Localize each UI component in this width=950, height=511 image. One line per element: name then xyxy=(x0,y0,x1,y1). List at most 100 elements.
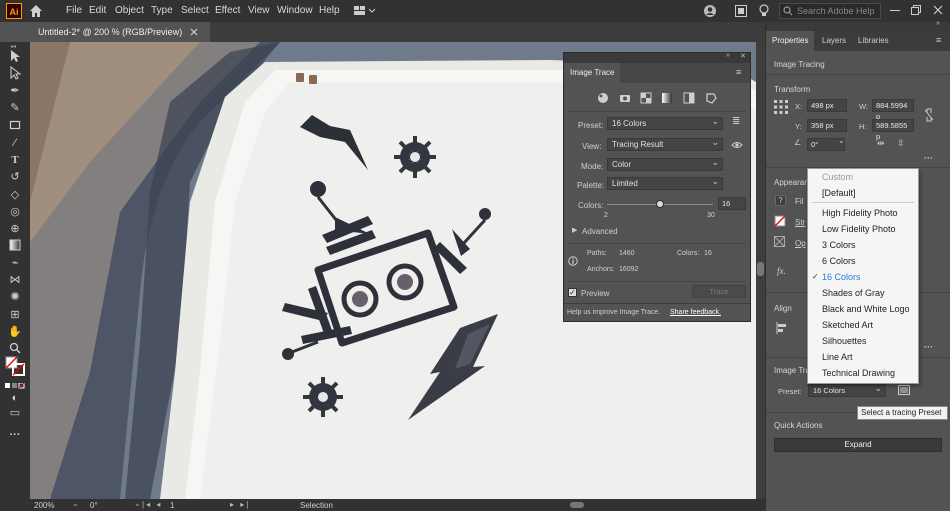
hand-tool-icon[interactable]: ✋ xyxy=(7,325,23,339)
tab-properties[interactable]: Properties xyxy=(766,31,815,51)
auto-color-icon[interactable] xyxy=(597,92,609,104)
opacity-icon[interactable] xyxy=(774,236,785,247)
preset-option-low-fidelity-photo[interactable]: Low Fidelity Photo xyxy=(808,221,918,237)
share-feedback-link[interactable]: Share feedback. xyxy=(670,309,721,316)
panel-menu-icon[interactable]: ≡ xyxy=(736,67,741,77)
close-button[interactable] xyxy=(933,5,943,15)
trace-options-icon[interactable] xyxy=(898,384,910,396)
search-input[interactable]: Search Adobe Help xyxy=(779,3,881,19)
colors-slider-thumb[interactable] xyxy=(656,200,664,208)
preset-option-black-and-white-logo[interactable]: Black and White Logo xyxy=(808,301,918,317)
user-icon[interactable] xyxy=(703,4,717,18)
constrain-proportions-icon[interactable] xyxy=(924,108,934,122)
stroke-swatch-icon[interactable] xyxy=(774,215,786,227)
flip-vertical-icon[interactable]: ⇳ xyxy=(897,138,905,149)
panel-menu-icon[interactable]: ≡ xyxy=(936,35,941,45)
preset-option-technical-drawing[interactable]: Technical Drawing xyxy=(808,365,918,381)
reference-point-icon[interactable] xyxy=(774,100,788,114)
trace-button[interactable]: Trace xyxy=(692,285,746,298)
collapse-panel-icon[interactable]: » xyxy=(936,20,940,27)
advanced-label[interactable]: Advanced xyxy=(582,227,618,236)
view-dropdown[interactable]: Tracing Result xyxy=(607,137,723,151)
preset-option-shades-of-gray[interactable]: Shades of Gray xyxy=(808,285,918,301)
scrollbar-thumb[interactable] xyxy=(757,262,764,276)
colors-input[interactable]: 16 xyxy=(718,197,746,210)
status-scroll-thumb[interactable] xyxy=(570,502,584,508)
shape-builder-tool-icon[interactable]: ⊕ xyxy=(7,222,23,236)
menu-object[interactable]: Object xyxy=(115,0,144,22)
menu-file[interactable]: File xyxy=(66,0,82,22)
opacity-label[interactable]: Op xyxy=(795,239,806,248)
vertical-scrollbar[interactable] xyxy=(756,42,765,499)
arrange-icon[interactable] xyxy=(735,5,747,17)
eraser-tool-icon[interactable]: ◇ xyxy=(7,188,23,202)
artboard-next-icons[interactable]: ▸ ▸| xyxy=(230,500,250,509)
preset-option-16-colors[interactable]: 16 Colors xyxy=(808,269,918,285)
mode-dropdown[interactable]: Color xyxy=(607,157,723,171)
align-left-icon[interactable] xyxy=(776,322,788,334)
palette-dropdown[interactable]: Limited xyxy=(607,176,723,190)
document-tab[interactable]: Untitled-2* @ 200 % (RGB/Preview) xyxy=(30,22,210,42)
pen-tool-icon[interactable]: ✒ xyxy=(7,84,23,98)
artboard-nav-icons[interactable]: |◂ ◂ xyxy=(142,500,162,509)
menu-help[interactable]: Help xyxy=(319,0,340,22)
h-field[interactable]: 589.5855 p xyxy=(872,119,914,141)
rectangle-tool-icon[interactable] xyxy=(7,119,23,133)
rotation-dropdown-icon[interactable]: ⌄ xyxy=(134,499,141,508)
preset-option-3-colors[interactable]: 3 Colors xyxy=(808,237,918,253)
menu-edit[interactable]: Edit xyxy=(89,0,106,22)
blend-tool-icon[interactable]: ⋈ xyxy=(7,273,23,287)
preset-option-silhouettes[interactable]: Silhouettes xyxy=(808,333,918,349)
zoom-tool-icon[interactable] xyxy=(7,342,23,356)
preset-dropdown[interactable]: 16 Colors xyxy=(607,116,723,130)
type-tool-icon[interactable]: T xyxy=(7,153,23,167)
home-icon[interactable] xyxy=(29,4,43,18)
zoom-field[interactable]: 200% xyxy=(34,501,74,510)
preview-checkbox[interactable]: ✓ xyxy=(568,288,577,297)
minimize-button[interactable] xyxy=(890,10,900,11)
close-panel-icon[interactable]: ✕ xyxy=(740,52,746,60)
rotate-tool-icon[interactable]: ↺ xyxy=(7,170,23,184)
fill-stroke-swatch-icon[interactable] xyxy=(5,356,25,376)
gradient-tool-icon[interactable] xyxy=(7,239,23,253)
restore-button[interactable] xyxy=(911,5,921,15)
collapse-panel-icon[interactable]: » xyxy=(726,52,730,59)
tab-layers[interactable]: Layers xyxy=(816,31,852,51)
outline-icon[interactable] xyxy=(705,92,717,104)
menu-view[interactable]: View xyxy=(248,0,270,22)
zoom-dropdown-icon[interactable]: ⌄ xyxy=(72,499,79,508)
menu-window[interactable]: Window xyxy=(277,0,313,22)
grayscale-icon[interactable] xyxy=(661,92,673,104)
preset-option-line-art[interactable]: Line Art xyxy=(808,349,918,365)
eyedropper-tool-icon[interactable]: ⌁ xyxy=(7,256,23,270)
rotation-field[interactable]: 0° xyxy=(90,501,126,510)
menu-effect[interactable]: Effect xyxy=(215,0,240,22)
selection-tool-icon[interactable] xyxy=(7,49,23,63)
help-icon[interactable]: ? xyxy=(775,195,786,206)
high-color-icon[interactable] xyxy=(619,92,631,104)
tab-libraries[interactable]: Libraries xyxy=(852,31,895,51)
artboard-tool-icon[interactable]: ⊞ xyxy=(7,308,23,322)
preset-option-default[interactable]: [Default] xyxy=(808,185,918,201)
artboard-number-field[interactable]: 1 xyxy=(170,501,200,510)
preset-dropdown[interactable]: 16 Colors xyxy=(808,383,886,397)
direct-selection-tool-icon[interactable] xyxy=(7,65,23,80)
manage-presets-icon[interactable]: ≣ xyxy=(732,116,740,127)
color-mode-icons[interactable] xyxy=(5,381,25,389)
close-tab-icon[interactable] xyxy=(190,28,198,36)
menu-select[interactable]: Select xyxy=(181,0,209,22)
preset-option-sketched-art[interactable]: Sketched Art xyxy=(808,317,918,333)
panel-header[interactable]: » ✕ xyxy=(564,52,750,63)
flip-horizontal-icon[interactable]: ⇹ xyxy=(877,138,885,149)
lightbulb-icon[interactable] xyxy=(759,4,769,18)
expand-button[interactable]: Expand xyxy=(774,438,942,452)
w-field[interactable]: 884.5994 p xyxy=(872,99,914,121)
symbol-sprayer-tool-icon[interactable]: ✺ xyxy=(7,290,23,304)
drawing-mode-icon[interactable]: ◐ xyxy=(7,391,23,405)
low-color-icon[interactable] xyxy=(640,92,652,104)
arrange-documents-icon[interactable] xyxy=(354,5,376,17)
curvature-tool-icon[interactable]: ✎ xyxy=(7,101,23,115)
angle-dropdown-icon[interactable]: ⌄ xyxy=(838,136,845,145)
stroke-label[interactable]: Str xyxy=(795,218,805,227)
advanced-disclosure-icon[interactable]: ▶ xyxy=(572,226,577,234)
